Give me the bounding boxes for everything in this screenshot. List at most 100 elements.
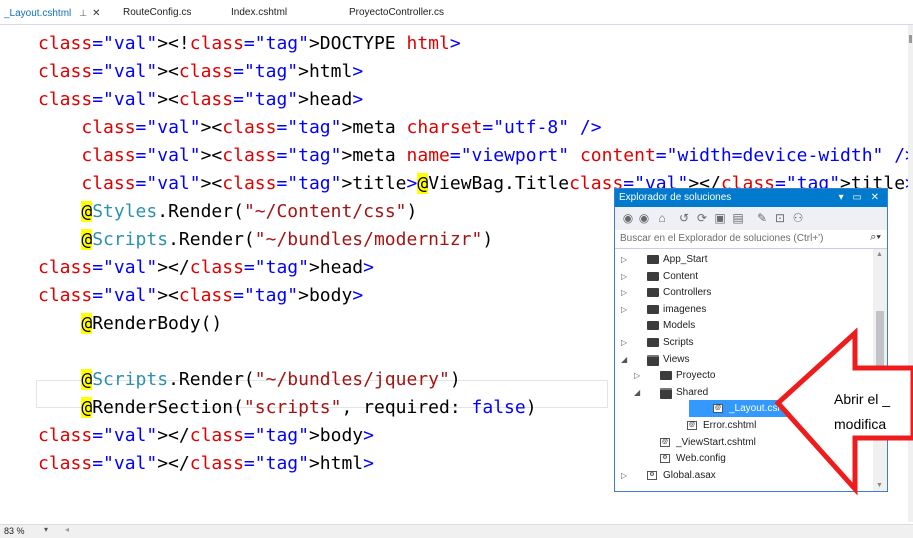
search-placeholder: Buscar en el Explorador de soluciones (C… <box>620 233 824 244</box>
solution-explorer-toolbar: ◉ ◉ ⌂ ↺ ⟳ ▣ ▤ ✎ ⊡ ⚇ <box>615 207 887 230</box>
tree-item-label: Error.cshtml <box>703 420 757 431</box>
folder-icon <box>647 304 659 314</box>
tree-item[interactable]: ▷ ⚙ Global.asax <box>615 467 873 484</box>
code-line[interactable]: class="val"><class="tag">head> <box>38 86 363 114</box>
folder-icon <box>647 338 659 347</box>
tree-item-label: Global.asax <box>663 469 716 481</box>
tree-item[interactable]: Models <box>615 317 873 334</box>
tree-item[interactable]: ▷ Content <box>615 268 873 285</box>
tree-item[interactable]: ▷ Scripts <box>615 334 873 351</box>
folder-icon <box>647 255 659 264</box>
code-line[interactable]: class="val"><class="tag">meta charset="u… <box>38 114 601 142</box>
scroll-left-icon[interactable]: ◂ <box>65 525 69 534</box>
scroll-thumb[interactable] <box>876 311 884 431</box>
expand-icon[interactable]: ▷ <box>621 284 630 301</box>
tree-scrollbar[interactable]: ▲ ▼ <box>873 249 887 491</box>
tab-label: ProyectoController.cs <box>349 7 445 18</box>
config-file-icon: ⚙ <box>647 470 657 480</box>
close-icon[interactable]: ✕ <box>92 7 100 21</box>
solution-explorer-panel: Explorador de soluciones ▾ ▭ ✕ ◉ ◉ ⌂ ↺ ⟳… <box>614 188 888 492</box>
code-line[interactable]: @Scripts.Render("~/bundles/jquery") <box>38 366 461 394</box>
tab-proyectocontroller-cs[interactable]: ProyectoController.cs <box>349 6 444 20</box>
chevron-down-icon[interactable]: ▾ <box>44 525 48 534</box>
code-line[interactable]: @RenderBody() <box>38 310 222 338</box>
expand-icon[interactable]: ▷ <box>621 251 630 268</box>
tree-item[interactable]: ▷ App_Start <box>615 251 873 268</box>
tab-label: RouteConfig.cs <box>123 7 192 18</box>
tree-item-label: Views <box>663 353 690 365</box>
tree-item-label: Controllers <box>663 287 712 299</box>
scroll-down-icon[interactable]: ▼ <box>876 482 883 489</box>
tree-item-label: Content <box>663 270 699 282</box>
tree-item-label: App_Start <box>663 254 708 265</box>
document-tab-strip: _Layout.cshtml ⊥ ✕ RouteConfig.cs Index.cs… <box>0 0 913 25</box>
expand-icon[interactable]: ▷ <box>621 334 630 351</box>
tree-item[interactable]: ◢ Views <box>615 351 873 368</box>
tab-label: Index.cshtml <box>231 7 288 18</box>
tree-item-label: _Layout.cshtml <box>729 403 797 415</box>
code-line[interactable]: class="val"><class="tag">body> <box>38 282 363 310</box>
show-all-icon[interactable]: ▤ <box>731 211 745 225</box>
tree-item[interactable]: ⚙ Web.config <box>615 450 873 467</box>
folder-open-icon <box>660 387 672 399</box>
zoom-level[interactable]: 83 % <box>4 526 25 536</box>
razor-file-icon: @ <box>713 404 723 414</box>
home-icon[interactable]: ⌂ <box>655 211 669 225</box>
properties-icon[interactable]: ✎ <box>755 211 769 225</box>
code-line[interactable]: class="val"><class="tag">html> <box>38 58 363 86</box>
tree-item[interactable]: @ _ViewStart.cshtml <box>615 434 873 451</box>
code-line[interactable]: @Scripts.Render("~/bundles/modernizr") <box>38 226 493 254</box>
tab-layout-cshtml[interactable]: _Layout.cshtml ⊥ ✕ <box>4 6 101 20</box>
code-line[interactable]: class="val"></class="tag">head> <box>38 254 374 282</box>
code-line[interactable]: @RenderSection("scripts", required: fals… <box>38 394 537 422</box>
expand-icon[interactable]: ▷ <box>634 367 643 384</box>
search-icon[interactable]: ⌕▾ <box>870 231 881 244</box>
pin-icon[interactable]: ⊥ <box>79 6 87 20</box>
folder-icon <box>647 321 659 331</box>
solution-explorer-search[interactable]: Buscar en el Explorador de soluciones (C… <box>615 230 887 249</box>
editor-vertical-scrollbar[interactable] <box>908 25 913 522</box>
tab-routeconfig-cs[interactable]: RouteConfig.cs <box>123 6 191 20</box>
folder-icon <box>647 288 659 298</box>
back-icon[interactable]: ◉ <box>621 211 635 225</box>
forward-icon[interactable]: ◉ <box>637 211 651 225</box>
razor-file-icon: @ <box>660 437 670 447</box>
tree-item[interactable]: ▷ Controllers <box>615 284 873 301</box>
code-line[interactable]: class="val"><class="tag">meta name="view… <box>38 142 913 170</box>
solution-explorer-title-bar[interactable]: Explorador de soluciones ▾ ▭ ✕ <box>615 189 887 207</box>
view-icon[interactable]: ⚇ <box>791 211 805 225</box>
expand-icon[interactable]: ▷ <box>621 301 630 318</box>
razor-file-icon: @ <box>687 421 697 430</box>
tree-item-label: imagenes <box>663 303 707 315</box>
scroll-marker <box>909 35 912 43</box>
folder-icon <box>660 371 672 381</box>
expand-icon[interactable]: ▷ <box>621 467 630 484</box>
tree-item-label: Web.config <box>676 453 726 465</box>
tree-item[interactable]: ▷ Proyecto <box>615 367 873 384</box>
tree-item-label: Proyecto <box>676 370 716 382</box>
tab-label: _Layout.cshtml <box>4 8 72 19</box>
collapse-icon[interactable]: ◢ <box>621 351 630 368</box>
tree-item-label: Shared <box>676 386 709 398</box>
tree-item-label: _ViewStart.cshtml <box>676 436 756 448</box>
code-line[interactable]: class="val"></class="tag">body> <box>38 422 374 450</box>
tree-item-label: Scripts <box>663 337 694 348</box>
history-icon[interactable]: ↺ <box>677 211 691 225</box>
preview-icon[interactable]: ⊡ <box>773 211 787 225</box>
collapse-icon[interactable]: ◢ <box>634 384 643 401</box>
callout-text-line2: modifica <box>834 416 887 432</box>
code-line[interactable]: @Styles.Render("~/Content/css") <box>38 198 417 226</box>
code-line[interactable]: class="val"><!class="tag">DOCTYPE html> <box>38 30 461 58</box>
callout-text-line1: Abrir el _ <box>834 391 891 407</box>
tree-item-label: Models <box>663 320 696 332</box>
tree-item[interactable]: ▷ imagenes <box>615 301 873 318</box>
collapse-icon[interactable]: ▣ <box>713 211 727 225</box>
scroll-up-icon[interactable]: ▲ <box>876 251 883 258</box>
refresh-icon[interactable]: ⟳ <box>695 211 709 225</box>
code-line[interactable]: class="val"></class="tag">html> <box>38 450 374 478</box>
tab-index-cshtml[interactable]: Index.cshtml <box>231 6 287 20</box>
folder-icon <box>647 271 659 281</box>
window-controls[interactable]: ▾ ▭ ✕ <box>839 189 882 207</box>
expand-icon[interactable]: ▷ <box>621 268 630 285</box>
editor-status-bar: 83 % ▾ ◂ <box>0 524 913 538</box>
